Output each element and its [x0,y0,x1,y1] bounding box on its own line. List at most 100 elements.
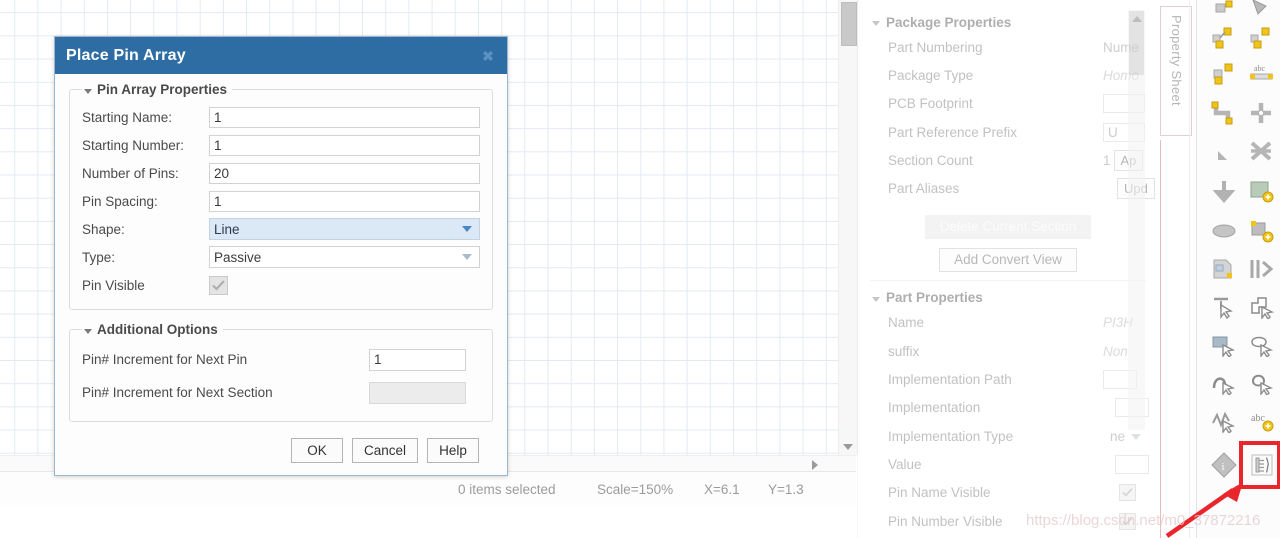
chevron-down-icon[interactable] [1131,434,1142,441]
place-net-alias-icon[interactable]: abc [1245,58,1279,88]
status-bar: 0 items selected Scale=150% X=6.1 Y=1.3 [0,471,856,507]
check-icon [1122,488,1133,497]
property-name: Pin Name Visible [888,485,991,501]
section-header-part-properties[interactable]: Part Properties [858,287,1158,309]
dialog-title-bar[interactable]: Place Pin Array ✖ [55,37,507,74]
property-row[interactable]: Part Reference Prefix U [858,118,1158,146]
pin-spacing-input[interactable]: 1 [209,190,480,212]
place-title-block-icon[interactable]: i [1207,450,1241,480]
label-number-of-pins: Number of Pins: [82,165,179,181]
canvas-scroll-down-icon[interactable] [839,438,857,455]
additional-options-legend[interactable]: Additional Options [82,322,223,337]
property-sheet-tab-label: Property Sheet [1169,15,1184,106]
section-title: Part Properties [886,290,983,306]
property-sheet-scroll-up-icon[interactable] [1128,13,1145,25]
property-sheet-tab[interactable]: Property Sheet [1160,6,1192,136]
starting-number-input[interactable]: 1 [209,134,480,156]
canvas-vscroll-thumb[interactable] [841,2,857,46]
property-value[interactable]: Non [1103,344,1128,359]
label-starting-name: Starting Name: [82,109,173,125]
field-row-type: Type: Passive [82,243,480,271]
property-row[interactable]: Pin Name Visible [858,479,1158,507]
chevron-down-icon[interactable] [84,328,92,334]
place-ieee-symbol-icon[interactable] [1207,22,1241,52]
type-dropdown[interactable]: Passive [209,246,480,268]
property-row[interactable]: Implementation Type ne [858,422,1158,450]
section-divider [870,279,1146,281]
panel-edge-line [1160,140,1161,538]
place-pin-array-dialog: Place Pin Array ✖ Pin Array Properties S… [54,36,508,476]
field-row-pin-spacing: Pin Spacing: 1 [82,187,480,215]
place-bus-icon[interactable] [1207,58,1241,88]
place-offpage-connector-icon[interactable] [1207,254,1241,284]
section-header-package-properties[interactable]: Package Properties [858,11,1158,33]
dialog-button-row: OK Cancel Help [69,438,493,463]
property-value[interactable] [1115,454,1149,474]
place-wire-icon[interactable] [1207,98,1241,128]
pin-name-visible-checkbox[interactable] [1119,484,1136,502]
starting-name-input[interactable]: 1 [209,106,480,128]
annotation-arrow-icon [1165,482,1243,538]
place-ellipse-icon[interactable] [1207,216,1241,246]
place-hierarchical-pin-icon[interactable] [1245,216,1279,246]
property-row[interactable]: Section Count 1 Ap [858,146,1158,174]
place-hierarchical-block-icon[interactable] [1245,176,1279,206]
canvas-scroll-right-icon[interactable] [808,458,822,471]
svg-text:abc: abc [1254,64,1266,73]
shape-dropdown[interactable]: Line [209,218,480,240]
add-convert-view-button[interactable]: Add Convert View [939,247,1077,272]
help-button[interactable]: Help [427,438,479,463]
place-junction-icon[interactable] [1245,98,1279,128]
property-row[interactable]: Value [858,450,1158,478]
property-sheet-scrollbar[interactable] [1128,10,1145,430]
property-name: Part Numbering [888,39,983,55]
property-row[interactable]: Name PI3H [858,309,1158,337]
chevron-down-icon[interactable] [462,254,472,260]
place-dashed-box-icon[interactable] [1245,254,1279,284]
property-row[interactable]: Implementation Path [858,365,1158,393]
property-row[interactable]: Package Type Homo [858,61,1158,89]
close-icon[interactable]: ✖ [479,47,497,65]
status-selection-count: 0 items selected [458,481,556,497]
property-sheet-scroll-area[interactable]: Package Properties Part Numbering Nume P… [858,0,1158,538]
place-pin-icon[interactable] [1207,0,1241,22]
chevron-down-icon[interactable] [872,296,880,302]
place-text-tool-icon[interactable]: abc [1245,406,1279,436]
canvas-vertical-scrollbar[interactable] [838,0,858,455]
chevron-down-icon[interactable] [84,88,92,94]
place-power-icon[interactable] [1245,22,1279,52]
property-row[interactable]: PCB Footprint [858,90,1158,118]
property-row[interactable]: Implementation [858,394,1158,422]
property-row[interactable]: Part Aliases Upd [858,174,1158,202]
property-value[interactable]: ne [1110,429,1125,444]
place-line-tool-icon[interactable] [1207,406,1241,436]
pin-array-properties-legend[interactable]: Pin Array Properties [82,82,232,97]
place-rectangle-tool-icon[interactable] [1207,330,1241,360]
place-bus-entry-icon[interactable] [1245,136,1279,166]
select-shape-tool-icon[interactable] [1245,292,1279,322]
pin-visible-checkbox[interactable] [209,275,228,295]
increment-next-pin-input[interactable]: 1 [369,348,466,371]
place-polygon-tool-icon[interactable] [1245,330,1279,360]
property-name: Name [888,315,925,331]
property-name: PCB Footprint [888,96,973,112]
property-value[interactable]: 1 [1103,153,1111,168]
field-row-number-of-pins: Number of Pins: 20 [82,159,480,187]
place-pin-array-top-icon[interactable] [1245,0,1279,22]
number-of-pins-input[interactable]: 20 [209,162,480,184]
cancel-button[interactable]: Cancel [351,438,418,463]
property-name: Part Reference Prefix [888,124,1018,140]
chevron-down-icon[interactable] [462,226,472,232]
select-tool-icon[interactable] [1207,292,1241,322]
place-ellipse-tool-icon[interactable] [1245,368,1279,398]
property-row[interactable]: Part Numbering Nume [858,33,1158,61]
place-no-connect-icon[interactable] [1207,136,1241,166]
chevron-down-icon[interactable] [872,21,880,26]
property-row[interactable]: suffix Non [858,337,1158,365]
place-port-down-arrow-icon[interactable] [1207,176,1241,206]
label-shape: Shape: [82,221,125,237]
field-row-pin-visible: Pin Visible [82,271,480,299]
panel-edge-line-2 [1189,0,1190,538]
ok-button[interactable]: OK [290,438,343,463]
place-arc-tool-icon[interactable] [1207,368,1241,398]
